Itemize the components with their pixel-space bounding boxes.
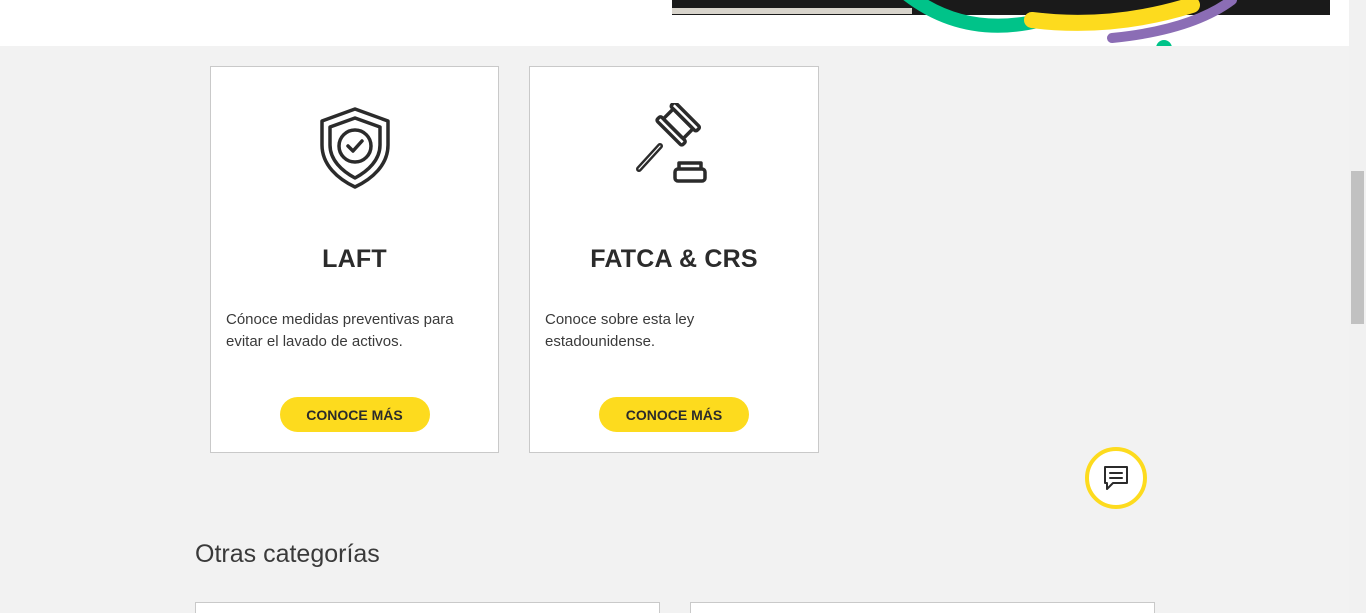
card-laft: LAFT Cónoce medidas preventivas para evi… [210, 66, 499, 453]
scrollbar-thumb[interactable] [1351, 171, 1364, 324]
category-card[interactable] [195, 602, 660, 613]
chat-icon [1104, 466, 1128, 490]
gavel-icon [629, 100, 719, 193]
hero-banner-graphic [672, 0, 1330, 46]
card-title: LAFT [322, 245, 387, 273]
shield-check-icon [310, 103, 400, 193]
card-title: FATCA & CRS [590, 245, 758, 273]
hero-banner-strip [0, 0, 1349, 46]
card-description: Cónoce medidas preventivas para evitar e… [226, 311, 454, 350]
category-card[interactable] [690, 602, 1155, 613]
conoce-mas-button-laft[interactable]: CONOCE MÁS [279, 397, 430, 432]
conoce-mas-button-fatca[interactable]: CONOCE MÁS [599, 397, 749, 432]
card-description: Conoce sobre esta ley estadounidense. [545, 311, 695, 350]
page-scrollbar[interactable] [1349, 0, 1366, 613]
otras-categorias-heading: Otras categorías [195, 540, 380, 568]
chat-button[interactable] [1085, 447, 1147, 509]
card-fatca-crs: FATCA & CRS Conoce sobre esta ley estado… [529, 66, 819, 453]
